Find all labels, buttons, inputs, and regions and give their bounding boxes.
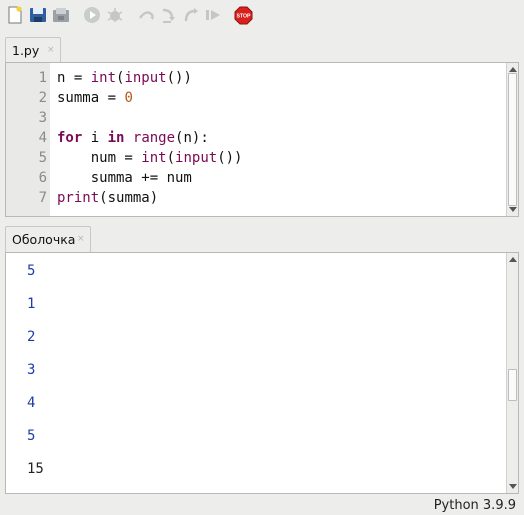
- scroll-thumb[interactable]: [508, 73, 517, 206]
- code-token: summa += num: [57, 170, 192, 186]
- code-token: print: [57, 190, 100, 206]
- code-line[interactable]: for i in range(n):: [57, 128, 209, 148]
- code-line[interactable]: summa += num: [57, 168, 192, 188]
- input-echo: 5: [27, 263, 36, 279]
- interpreter-status[interactable]: Python 3.9.9: [434, 498, 516, 513]
- scroll-down-icon[interactable]: [509, 484, 517, 489]
- toolbar: STOP: [0, 0, 524, 32]
- code-editor[interactable]: 1234567 n = int(input()) summa = 0 for i i…: [5, 62, 519, 217]
- code-token: range: [132, 130, 176, 146]
- debug-icon[interactable]: [106, 6, 124, 24]
- line-number: 7: [38, 190, 47, 206]
- line-number: 2: [38, 90, 47, 106]
- editor-scrollbar[interactable]: [506, 63, 518, 216]
- scroll-thumb[interactable]: [508, 369, 517, 401]
- input-echo: 1: [27, 296, 36, 312]
- tab-shell[interactable]: Оболочка ×: [5, 226, 91, 252]
- code-line[interactable]: print(summa): [57, 188, 158, 208]
- step-over-icon[interactable]: [138, 6, 156, 24]
- step-into-icon[interactable]: [160, 6, 178, 24]
- input-echo: 5: [27, 428, 36, 444]
- shell-scrollbar[interactable]: [506, 253, 518, 493]
- scroll-down-icon[interactable]: [509, 207, 517, 212]
- code-token: int: [141, 150, 167, 166]
- open-file-icon[interactable]: [29, 6, 47, 24]
- tab-label: 1.py: [12, 43, 40, 58]
- code-token: for: [57, 130, 83, 146]
- input-echo: 3: [27, 362, 36, 378]
- code-token: (summa): [99, 190, 159, 206]
- line-number-gutter: 1 2 3 4 5 6 7: [6, 63, 50, 216]
- code-token: n =: [57, 70, 91, 86]
- code-line[interactable]: n = int(input()): [57, 68, 192, 88]
- code-token: 0: [124, 90, 133, 106]
- code-token: (: [166, 150, 176, 166]
- input-echo: 2: [27, 329, 36, 345]
- input-echo: 4: [27, 395, 36, 411]
- tab-1-py[interactable]: 1.py ×: [5, 37, 61, 63]
- code-token: ()): [217, 150, 243, 166]
- code-token: in: [107, 130, 125, 146]
- scroll-up-icon[interactable]: [509, 67, 517, 72]
- program-output: 15: [27, 461, 44, 477]
- code-token: num =: [57, 150, 142, 166]
- line-number: 3: [38, 110, 47, 126]
- line-number: 5: [38, 150, 47, 166]
- tab-label: Оболочка: [12, 232, 76, 247]
- resume-icon[interactable]: [204, 6, 222, 24]
- line-number: 6: [38, 170, 47, 186]
- scroll-up-icon[interactable]: [509, 257, 517, 262]
- save-file-icon[interactable]: [52, 6, 70, 24]
- step-out-icon[interactable]: [182, 6, 200, 24]
- close-icon[interactable]: ×: [47, 45, 55, 55]
- code-token: ()): [166, 70, 192, 86]
- code-token: input: [124, 70, 167, 86]
- line-number: 1: [38, 70, 47, 86]
- shell-panel[interactable]: 5 1 2 3 4 5 15: [5, 252, 519, 494]
- close-icon[interactable]: ×: [77, 234, 85, 244]
- line-number: 4: [38, 130, 47, 146]
- new-file-icon[interactable]: [6, 6, 24, 24]
- code-token: int: [90, 70, 117, 86]
- code-line[interactable]: summa = 0: [57, 88, 133, 108]
- run-icon[interactable]: [83, 6, 101, 24]
- code-token: summa =: [57, 90, 125, 106]
- stop-icon[interactable]: STOP: [234, 6, 253, 25]
- code-token: i: [82, 130, 108, 146]
- stop-label: STOP: [236, 14, 251, 20]
- code-token: input: [175, 150, 218, 166]
- code-token: (n):: [175, 130, 209, 146]
- code-line[interactable]: num = int(input()): [57, 148, 243, 168]
